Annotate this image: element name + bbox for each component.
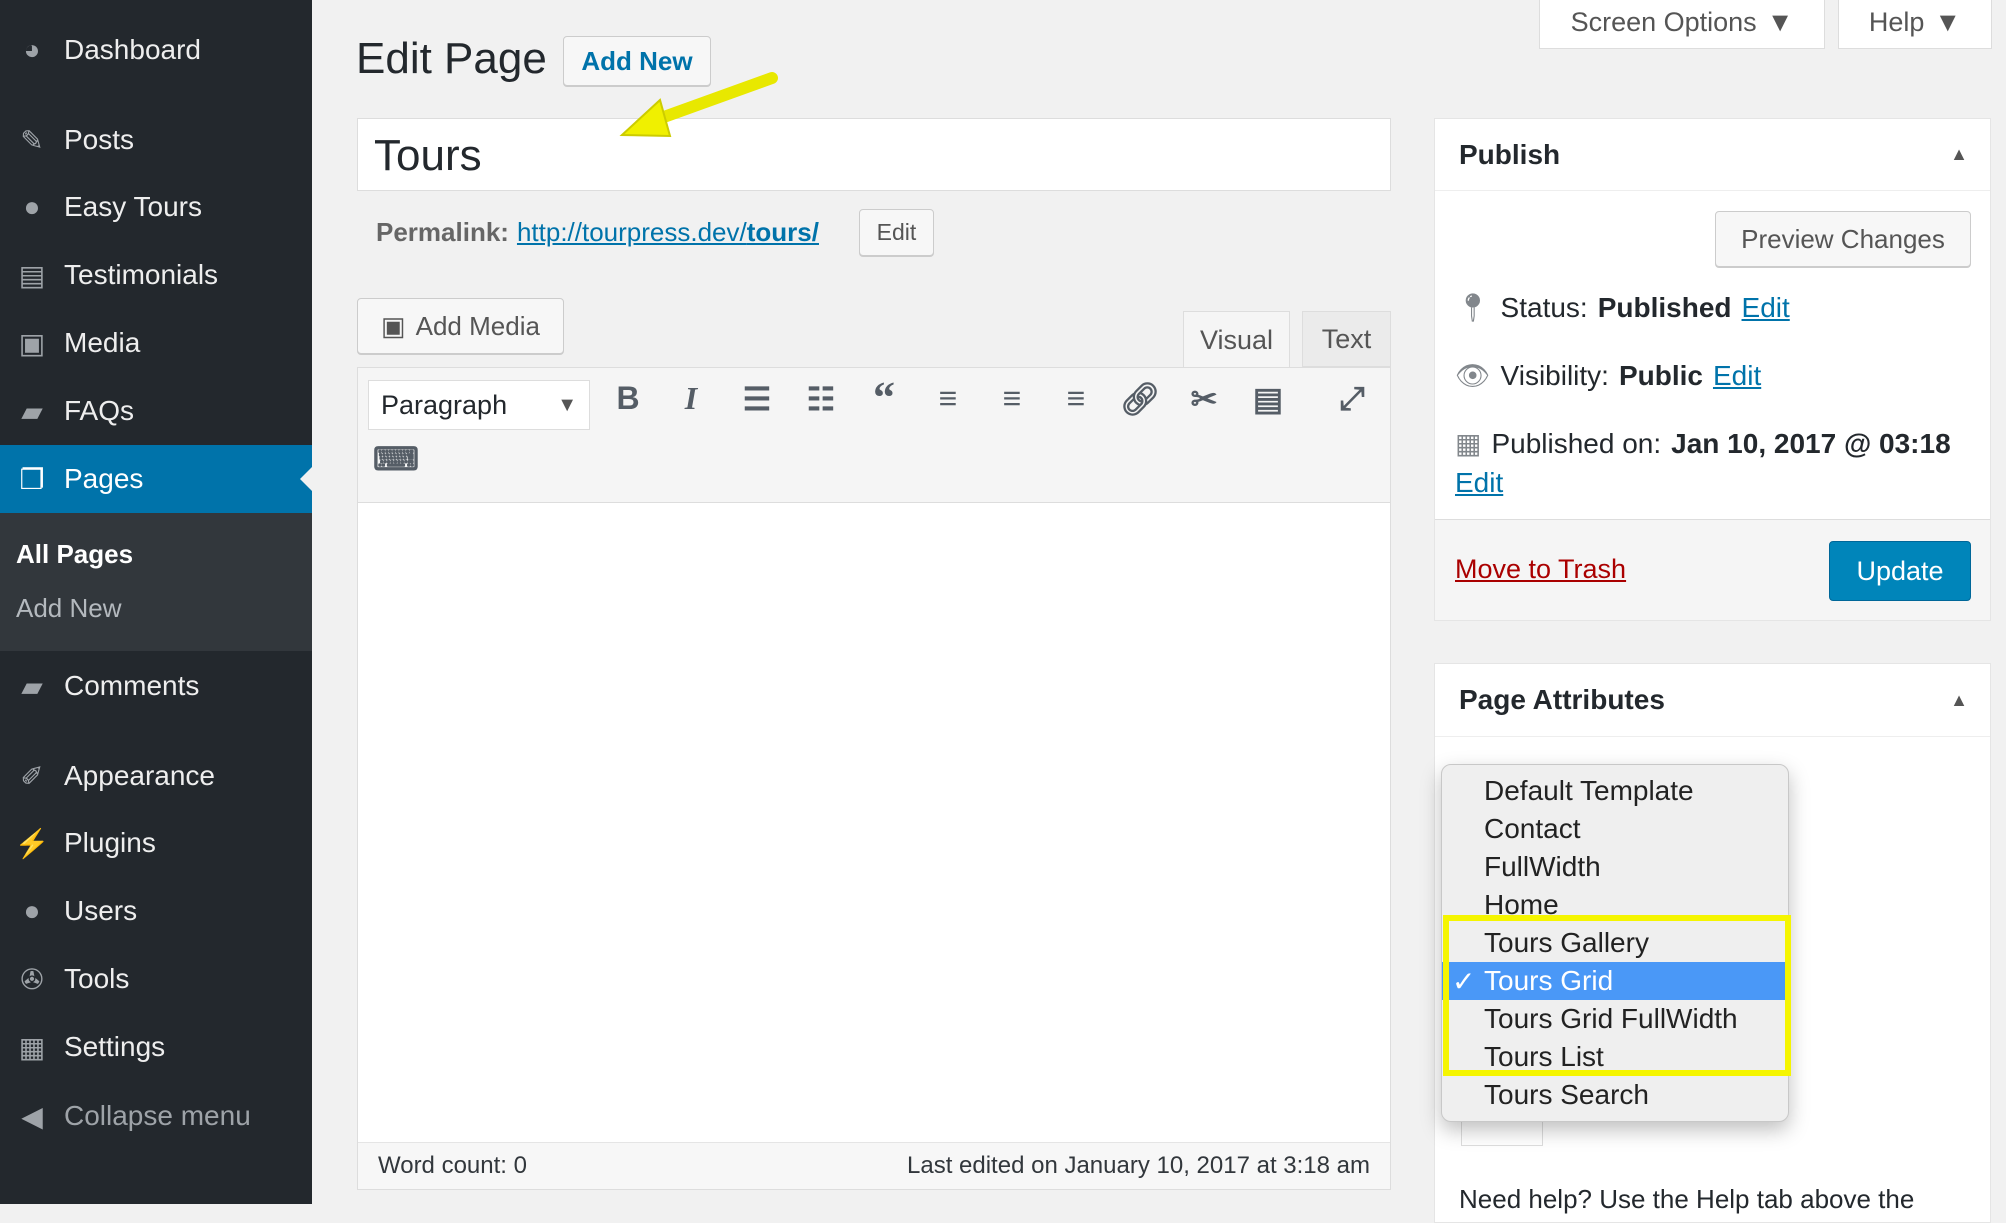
permalink: Permalink: http://tourpress.dev/tours/ (376, 217, 819, 248)
collapse-arrow-icon[interactable]: ▲ (1950, 690, 1968, 711)
numbered-list-icon[interactable]: ☷ (796, 380, 846, 418)
media-icon: ▣ (18, 327, 46, 359)
dashboard-icon: ◕ (23, 34, 41, 65)
publish-box: Publish ▲ Preview Changes 📍︎ Status: Publis… (1434, 118, 1991, 621)
bullet-list-icon[interactable]: ☰ (732, 380, 782, 418)
preview-changes-button[interactable]: Preview Changes (1715, 211, 1971, 267)
media-icon: ▣ (381, 310, 406, 341)
sidebar-item-faqs[interactable]: ▰ FAQs (0, 379, 312, 443)
globe-icon: ● (23, 191, 41, 222)
caret-down-icon: ▼ (557, 393, 577, 416)
help-tab[interactable]: Help ▼ (1838, 0, 1992, 49)
caret-down-icon: ▼ (1766, 7, 1794, 37)
published-row: ▦ Published on: Jan 10, 2017 @ 03:18 (1455, 427, 1951, 460)
template-option[interactable]: Default Template (1442, 772, 1788, 810)
collapse-icon: ◀ (21, 1100, 43, 1132)
highlight-box (1443, 915, 1791, 1076)
permalink-link[interactable]: http://tourpress.dev/tours/ (517, 217, 819, 248)
permalink-edit-button[interactable]: Edit (859, 209, 934, 256)
admin-sidebar: ◕ Dashboard ✎ Posts ● Easy Tours ▤ Testimoni… (0, 0, 312, 1204)
user-icon: ● (23, 895, 41, 926)
sidebar-item-posts[interactable]: ✎ Posts (0, 108, 312, 172)
last-edited: Last edited on January 10, 2017 at 3:18 … (907, 1152, 1370, 1179)
published-edit-link[interactable]: Edit (1455, 467, 1503, 499)
screen-options-tab[interactable]: Screen Options ▼ (1539, 0, 1825, 49)
tab-visual[interactable]: Visual (1183, 311, 1290, 368)
align-center-icon[interactable]: ≡ (987, 380, 1037, 417)
eye-icon: 👁︎ (1455, 360, 1491, 391)
move-to-trash-link[interactable]: Move to Trash (1455, 554, 1626, 585)
sidebar-item-settings[interactable]: ▦ Settings (0, 1015, 312, 1079)
brush-icon: ✐ (20, 760, 44, 792)
align-left-icon[interactable]: ≡ (923, 380, 973, 417)
editor-content[interactable] (358, 503, 1390, 1144)
toolbar-toggle-icon[interactable]: ⌨ (371, 440, 421, 478)
pages-submenu: All Pages Add New (0, 513, 312, 651)
tab-text[interactable]: Text (1302, 311, 1391, 367)
page-title: Edit Page (356, 34, 547, 83)
editor-status-bar: Word count: 0 Last edited on January 10, … (358, 1142, 1390, 1189)
bold-icon[interactable]: B (603, 380, 653, 417)
comment-icon: ▰ (21, 670, 43, 702)
link-icon[interactable]: 🔗︎ (1115, 380, 1165, 418)
status-edit-link[interactable]: Edit (1742, 292, 1790, 324)
update-button[interactable]: Update (1829, 541, 1971, 601)
sidebar-item-easy-tours[interactable]: ● Easy Tours (0, 175, 312, 239)
pin-icon: 📍︎ (1455, 292, 1491, 323)
pages-icon: ❐ (19, 463, 45, 495)
template-option[interactable]: FullWidth (1442, 848, 1788, 886)
chat-icon: ▰ (21, 395, 43, 427)
current-arrow (288, 467, 312, 491)
page-attributes-header[interactable]: Page Attributes ▲ (1435, 664, 1990, 737)
unlink-icon[interactable]: ✂ (1179, 380, 1229, 418)
annotation-arrow (619, 72, 778, 138)
collapse-arrow-icon[interactable]: ▲ (1950, 144, 1968, 165)
pin-icon: ✎ (20, 124, 44, 156)
blockquote-icon[interactable]: “ (859, 372, 909, 423)
template-option[interactable]: Tours Search (1442, 1076, 1788, 1114)
collapse-menu[interactable]: ◀ Collapse menu (0, 1084, 312, 1148)
publish-header[interactable]: Publish ▲ (1435, 119, 1990, 191)
settings-icon: ▦ (18, 1031, 46, 1063)
visibility-edit-link[interactable]: Edit (1713, 360, 1761, 392)
add-media-button[interactable]: ▣ Add Media (357, 298, 564, 354)
format-select[interactable]: Paragraph ▼ (368, 380, 590, 430)
submenu-add-new[interactable]: Add New (16, 593, 122, 624)
sidebar-item-dashboard[interactable]: ◕ Dashboard (0, 18, 312, 82)
sidebar-item-media[interactable]: ▣ Media (0, 311, 312, 375)
help-text: Need help? Use the Help tab above the (1459, 1184, 1915, 1214)
plug-icon: ⚡ (14, 827, 50, 859)
read-more-icon[interactable]: ▤ (1243, 380, 1293, 418)
sidebar-item-pages[interactable]: ❐ Pages (0, 445, 312, 513)
status-row: 📍︎ Status: Published Edit (1455, 291, 1790, 324)
template-option[interactable]: Contact (1442, 810, 1788, 848)
caret-down-icon: ▼ (1934, 7, 1962, 37)
sidebar-item-appearance[interactable]: ✐ Appearance (0, 744, 312, 808)
sidebar-item-tools[interactable]: ✇ Tools (0, 947, 312, 1011)
submenu-all-pages[interactable]: All Pages (16, 539, 133, 570)
title-input[interactable]: Tours (357, 118, 1391, 191)
word-count: Word count: 0 (378, 1152, 527, 1179)
align-right-icon[interactable]: ≡ (1051, 380, 1101, 417)
comment-icon: ▤ (18, 259, 46, 291)
italic-icon[interactable]: I (666, 380, 716, 417)
calendar-icon: ▦ (1455, 428, 1482, 459)
sidebar-item-plugins[interactable]: ⚡ Plugins (0, 811, 312, 875)
fullscreen-icon[interactable]: ⤢ (1327, 380, 1377, 418)
wrench-icon: ✇ (20, 963, 44, 995)
visibility-row: 👁︎ Visibility: Public Edit (1455, 359, 1762, 392)
sidebar-item-comments[interactable]: ▰ Comments (0, 654, 312, 718)
editor: Paragraph ▼ Word count: 0 Last edited on J… (357, 367, 1391, 1190)
sidebar-item-users[interactable]: ● Users (0, 879, 312, 943)
sidebar-item-testimonials[interactable]: ▤ Testimonials (0, 243, 312, 307)
